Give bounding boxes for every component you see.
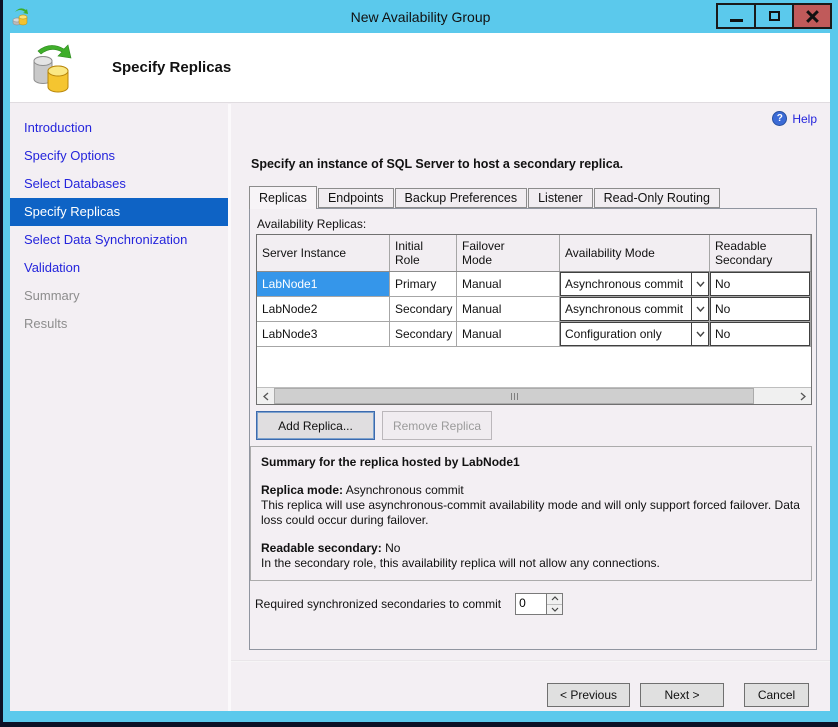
cell-readable-secondary: No — [710, 272, 811, 296]
cell-initial-role[interactable]: Secondary — [390, 322, 457, 346]
maximize-icon — [769, 11, 780, 21]
column-header-readable-secondary[interactable]: Readable Secondary — [710, 235, 811, 271]
sidebar-item-specify-replicas[interactable]: Specify Replicas — [10, 198, 228, 226]
instruction-text: Specify an instance of SQL Server to hos… — [251, 157, 623, 171]
scrollbar-thumb[interactable] — [274, 388, 754, 404]
readable-secondary-description: In the secondary role, this availability… — [261, 556, 801, 571]
replica-mode-description: This replica will use asynchronous-commi… — [261, 498, 801, 528]
main-panel: ? Help Specify an instance of SQL Server… — [231, 104, 830, 711]
chevron-down-icon[interactable] — [691, 323, 708, 345]
column-header-availability-mode[interactable]: Availability Mode — [560, 235, 710, 271]
close-icon — [806, 10, 819, 23]
sidebar-item-select-data-synchronization[interactable]: Select Data Synchronization — [10, 226, 228, 254]
scrollbar-track[interactable] — [754, 388, 794, 404]
availability-replicas-label: Availability Replicas: — [257, 217, 366, 231]
table-row[interactable]: LabNode2 Secondary Manual Asynchronous c… — [257, 297, 811, 322]
replicas-tab-panel: Availability Replicas: Server Instance I… — [249, 208, 817, 650]
add-replica-button[interactable]: Add Replica... — [256, 411, 375, 440]
tab-endpoints[interactable]: Endpoints — [318, 188, 394, 208]
tab-strip: Replicas Endpoints Backup Preferences Li… — [249, 186, 721, 208]
grid-header-row: Server Instance Initial Role Failover Mo… — [257, 235, 811, 272]
cell-readable-secondary: No — [710, 322, 811, 346]
scroll-right-icon[interactable] — [794, 388, 811, 404]
tab-listener[interactable]: Listener — [528, 188, 592, 208]
availability-mode-dropdown[interactable]: Asynchronous commit — [560, 272, 709, 296]
tab-read-only-routing[interactable]: Read-Only Routing — [594, 188, 720, 208]
cell-server-instance[interactable]: LabNode2 — [257, 297, 390, 321]
spin-down-icon[interactable] — [547, 604, 562, 615]
sidebar-item-specify-options[interactable]: Specify Options — [10, 142, 228, 170]
readable-secondary-dropdown[interactable]: No — [710, 322, 810, 346]
readable-secondary-dropdown[interactable]: No — [710, 297, 810, 321]
page-title: Specify Replicas — [112, 59, 231, 76]
page-header: Specify Replicas — [10, 33, 830, 103]
cell-availability-mode: Asynchronous commit — [560, 297, 710, 321]
summary-title: Summary for the replica hosted by LabNod… — [261, 455, 801, 470]
maximize-button[interactable] — [754, 3, 794, 29]
required-secondaries-input[interactable]: 0 — [515, 593, 547, 615]
readable-secondary-line: Readable secondary: No — [261, 541, 801, 556]
wizard-window: New Availability Group Specify Replicas … — [3, 0, 838, 722]
minimize-icon — [730, 19, 743, 22]
horizontal-scrollbar[interactable] — [257, 387, 811, 404]
wizard-steps-sidebar: Introduction Specify Options Select Data… — [10, 104, 231, 711]
cell-readable-secondary: No — [710, 297, 811, 321]
cell-failover-mode[interactable]: Manual — [457, 297, 560, 321]
table-row[interactable]: LabNode1 Primary Manual Asynchronous com… — [257, 272, 811, 297]
replica-mode-line: Replica mode: Asynchronous commit — [261, 483, 801, 498]
sidebar-item-select-databases[interactable]: Select Databases — [10, 170, 228, 198]
tab-replicas[interactable]: Replicas — [249, 186, 317, 209]
column-header-initial-role[interactable]: Initial Role — [390, 235, 457, 271]
availability-mode-dropdown[interactable]: Asynchronous commit — [560, 297, 709, 321]
availability-mode-dropdown[interactable]: Configuration only — [560, 322, 709, 346]
scroll-left-icon[interactable] — [257, 388, 274, 404]
remove-replica-button: Remove Replica — [382, 411, 492, 440]
close-button[interactable] — [792, 3, 832, 29]
wizard-footer: < Previous Next > Cancel — [231, 683, 809, 707]
cell-failover-mode[interactable]: Manual — [457, 272, 560, 296]
cell-availability-mode: Configuration only — [560, 322, 710, 346]
table-row[interactable]: LabNode3 Secondary Manual Configuration … — [257, 322, 811, 347]
help-label: Help — [792, 112, 817, 126]
cell-server-instance[interactable]: LabNode3 — [257, 322, 390, 346]
window-title: New Availability Group — [3, 9, 838, 25]
column-header-server-instance[interactable]: Server Instance — [257, 235, 390, 271]
cell-failover-mode[interactable]: Manual — [457, 322, 560, 346]
sidebar-item-introduction[interactable]: Introduction — [10, 114, 228, 142]
cell-initial-role[interactable]: Primary — [390, 272, 457, 296]
title-bar[interactable]: New Availability Group — [3, 0, 838, 33]
sidebar-item-summary: Summary — [10, 282, 228, 310]
dialog-content: Specify Replicas Introduction Specify Op… — [10, 33, 830, 711]
help-link[interactable]: ? Help — [772, 111, 817, 126]
sidebar-item-validation[interactable]: Validation — [10, 254, 228, 282]
next-button[interactable]: Next > — [640, 683, 724, 707]
spin-up-icon[interactable] — [547, 594, 562, 604]
replicas-database-icon — [28, 41, 78, 95]
readable-secondary-dropdown[interactable]: No — [710, 272, 810, 296]
cancel-button[interactable]: Cancel — [744, 683, 809, 707]
chevron-down-icon[interactable] — [691, 298, 708, 320]
cell-availability-mode: Asynchronous commit — [560, 272, 710, 296]
footer-divider — [231, 660, 830, 662]
replica-summary-box: Summary for the replica hosted by LabNod… — [250, 446, 812, 581]
sidebar-item-results: Results — [10, 310, 228, 338]
required-secondaries-stepper[interactable]: 0 — [515, 593, 563, 615]
availability-replicas-grid: Server Instance Initial Role Failover Mo… — [256, 234, 812, 405]
required-secondaries-label: Required synchronized secondaries to com… — [255, 597, 501, 611]
help-icon: ? — [772, 111, 787, 126]
tab-backup-preferences[interactable]: Backup Preferences — [395, 188, 528, 208]
previous-button[interactable]: < Previous — [547, 683, 630, 707]
column-header-failover-mode[interactable]: Failover Mode — [457, 235, 560, 271]
minimize-button[interactable] — [716, 3, 756, 29]
grid-empty-area — [257, 347, 811, 387]
chevron-down-icon[interactable] — [691, 273, 708, 295]
cell-server-instance[interactable]: LabNode1 — [257, 272, 390, 296]
cell-initial-role[interactable]: Secondary — [390, 297, 457, 321]
